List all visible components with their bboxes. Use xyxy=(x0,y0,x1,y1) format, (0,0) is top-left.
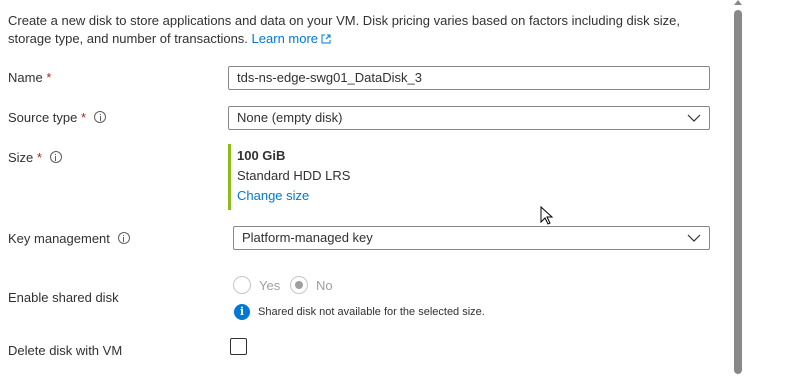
delete-with-vm-label: Delete disk with VM xyxy=(8,343,123,358)
change-size-link[interactable]: Change size xyxy=(237,186,350,206)
info-filled-icon: i xyxy=(234,304,250,320)
learn-more-link[interactable]: Learn more xyxy=(252,31,331,46)
size-amount: 100 GiB xyxy=(237,148,286,163)
chevron-down-icon xyxy=(687,234,701,242)
key-management-dropdown[interactable]: Platform-managed key xyxy=(233,226,710,250)
external-link-icon xyxy=(321,34,331,44)
vertical-scrollbar[interactable] xyxy=(731,0,745,380)
size-sku: Standard HDD LRS xyxy=(237,168,351,183)
mouse-cursor-icon xyxy=(540,206,554,225)
key-management-label: Key management xyxy=(8,231,130,246)
source-type-label: Source type * xyxy=(8,110,107,125)
delete-with-vm-checkbox[interactable] xyxy=(230,338,247,355)
intro-text: Create a new disk to store applications … xyxy=(8,13,681,46)
name-input[interactable]: tds-ns-edge-swg01_DataDisk_3 xyxy=(228,66,710,90)
source-type-dropdown[interactable]: None (empty disk) xyxy=(228,106,710,130)
size-summary: 100 GiB Standard HDD LRS Change size xyxy=(228,144,350,210)
info-icon[interactable] xyxy=(49,151,62,163)
shared-disk-no-radio[interactable]: No xyxy=(290,276,333,294)
info-icon[interactable] xyxy=(117,232,130,244)
shared-disk-notice: i Shared disk not available for the selec… xyxy=(234,304,485,320)
shared-disk-label: Enable shared disk xyxy=(8,290,119,305)
radio-circle-selected xyxy=(290,276,308,294)
scroll-thumb[interactable] xyxy=(734,10,742,374)
size-label: Size * xyxy=(8,150,62,165)
chevron-down-icon xyxy=(687,114,701,122)
info-icon[interactable] xyxy=(94,111,107,123)
shared-disk-yes-radio[interactable]: Yes xyxy=(233,276,280,294)
radio-circle xyxy=(233,276,251,294)
scroll-up-arrow[interactable] xyxy=(734,0,742,5)
name-label: Name * xyxy=(8,70,52,85)
